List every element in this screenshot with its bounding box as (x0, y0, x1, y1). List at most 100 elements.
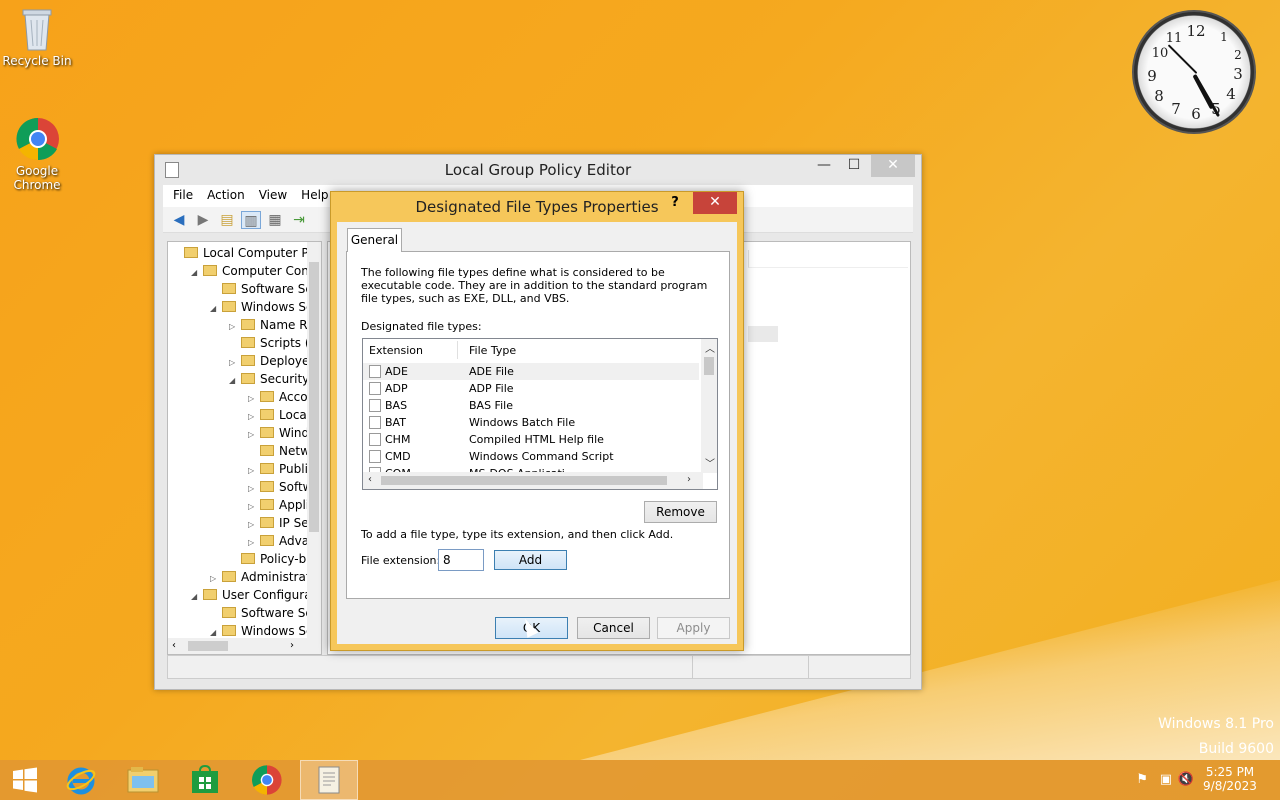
tree-item[interactable]: ◢ Windows Sett (210, 298, 321, 318)
cancel-button[interactable]: Cancel (577, 617, 650, 639)
folder-icon (222, 571, 236, 582)
volume-muted-icon[interactable]: 🔇 (1178, 772, 1194, 787)
file-type-icon (369, 450, 381, 463)
tree-expander-icon[interactable]: ◢ (229, 372, 241, 390)
tree-item[interactable]: ◢ Computer Config (191, 262, 321, 282)
tree-item[interactable]: ▷ Accou (248, 388, 315, 406)
store-button[interactable] (176, 760, 234, 800)
folder-icon (241, 337, 255, 348)
forward-arrow-icon[interactable]: ▶ (193, 211, 213, 229)
export-list-icon[interactable]: ⇥ (289, 211, 309, 229)
file-type-cell: Windows Batch File (469, 416, 576, 429)
extension-cell: BAS (385, 399, 408, 412)
list-item[interactable]: BAT Windows Batch File (363, 414, 699, 431)
list-item[interactable]: BAS BAS File (363, 397, 699, 414)
list-item[interactable]: ADP ADP File (363, 380, 699, 397)
scroll-right-icon[interactable]: › (687, 474, 691, 485)
column-file-type[interactable]: File Type (469, 344, 516, 357)
tree-item[interactable]: Software Setti (210, 280, 321, 298)
internet-explorer-icon (66, 767, 96, 795)
tree-item[interactable]: ▷ Administrative (210, 568, 321, 586)
scroll-right-icon[interactable]: › (290, 638, 294, 654)
tree-item[interactable]: ▷ Public (248, 460, 315, 478)
menu-help[interactable]: Help (295, 185, 334, 207)
dialog-close-button[interactable]: ✕ (693, 192, 737, 214)
windows-version-watermark: Windows 8.1 Pro (1158, 716, 1274, 732)
list-item[interactable]: CHM Compiled HTML Help file (363, 431, 699, 448)
maximize-button[interactable]: ☐ (839, 155, 869, 177)
folder-icon (260, 427, 274, 438)
apply-button[interactable]: Apply (657, 617, 730, 639)
column-extension[interactable]: Extension (369, 344, 423, 357)
recycle-bin-shortcut[interactable]: Recycle Bin (0, 6, 74, 68)
tray-clock[interactable]: 5:25 PM 9/8/2023 (1202, 765, 1258, 793)
help-button[interactable]: ? (663, 192, 687, 214)
internet-explorer-button[interactable] (52, 760, 110, 800)
chrome-taskbar-button[interactable] (238, 760, 296, 800)
navigation-tree[interactable]: Local Computer Polic ◢ Computer Config Soft… (167, 241, 322, 655)
folder-icon (260, 445, 274, 456)
chrome-shortcut[interactable]: Google Chrome (0, 116, 74, 192)
clock-gadget[interactable]: 12 1 2 3 4 5 6 7 8 9 10 11 (1132, 10, 1256, 134)
back-arrow-icon[interactable]: ◀ (169, 211, 189, 229)
scroll-down-icon[interactable]: ﹀ (705, 455, 715, 470)
scroll-left-icon[interactable]: ‹ (172, 638, 176, 654)
tree-horizontal-scrollbar[interactable]: ‹ › (168, 638, 321, 654)
tree-vertical-scrollbar[interactable] (307, 242, 321, 638)
tab-general[interactable]: General (347, 228, 402, 252)
close-button[interactable]: ✕ (871, 155, 915, 177)
tree-item[interactable]: Local Computer Polic (172, 244, 321, 262)
folder-icon (222, 283, 236, 294)
policy-editor-taskbar-button[interactable] (300, 760, 358, 800)
menu-action[interactable]: Action (201, 185, 251, 207)
show-hide-tree-icon[interactable]: ▥ (241, 210, 261, 229)
file-type-icon (369, 433, 381, 446)
folder-icon (260, 517, 274, 528)
column-header[interactable] (748, 250, 908, 268)
windows-logo-icon (13, 767, 37, 793)
list-horizontal-scrollbar[interactable]: ‹ › (363, 472, 703, 489)
add-hint-text: To add a file type, type its extension, … (361, 528, 674, 541)
file-types-list[interactable]: Extension File Type ADE ADE File ADP ADP Fi… (362, 338, 718, 490)
extension-cell: ADE (385, 365, 408, 378)
start-button[interactable] (0, 760, 50, 800)
selected-row-fragment (748, 326, 778, 342)
scrollbar-thumb[interactable] (309, 262, 319, 532)
network-icon[interactable]: ▣ (1160, 772, 1172, 787)
list-label: Designated file types: (361, 320, 482, 333)
action-center-flag-icon[interactable]: ⚑ (1136, 772, 1148, 787)
file-extension-input[interactable]: 8 (438, 549, 484, 571)
recycle-bin-label: Recycle Bin (2, 54, 72, 68)
add-button[interactable]: Add (494, 550, 567, 570)
list-vertical-scrollbar[interactable]: ︿ ﹀ (701, 339, 717, 473)
minimize-button[interactable]: — (809, 155, 839, 177)
clock-number: 6 (1191, 105, 1201, 123)
tree-item[interactable]: ▷ Deployed (229, 352, 317, 370)
scroll-left-icon[interactable]: ‹ (368, 474, 372, 485)
up-folder-icon[interactable]: ▤ (217, 211, 237, 229)
scrollbar-thumb[interactable] (188, 641, 228, 651)
folder-icon (241, 373, 255, 384)
title-bar[interactable]: Local Group Policy Editor — ☐ ✕ (155, 155, 921, 185)
list-item[interactable]: CMD Windows Command Script (363, 448, 699, 465)
list-item[interactable]: ADE ADE File (363, 363, 699, 380)
tree-expander-icon[interactable]: ◢ (210, 300, 222, 318)
scrollbar-thumb[interactable] (381, 476, 667, 485)
properties-icon[interactable]: ▦ (265, 211, 285, 229)
remove-button[interactable]: Remove (644, 501, 717, 523)
extension-cell: BAT (385, 416, 406, 429)
tree-item[interactable]: Software Setti (210, 604, 321, 622)
recycle-bin-icon (15, 6, 59, 52)
file-explorer-button[interactable] (114, 760, 172, 800)
clock-number: 12 (1186, 22, 1206, 40)
dialog-body: General The following file types define … (337, 222, 737, 644)
tree-expander-icon[interactable]: ◢ (191, 588, 203, 606)
scroll-up-icon[interactable]: ︿ (705, 340, 715, 355)
menu-file[interactable]: File (167, 185, 199, 207)
scrollbar-thumb[interactable] (704, 357, 714, 375)
tree-expander-icon[interactable]: ◢ (191, 264, 203, 282)
menu-view[interactable]: View (253, 185, 293, 207)
file-type-cell: ADE File (469, 365, 514, 378)
tree-item[interactable]: ▷ Applic (248, 496, 316, 514)
tree-item[interactable]: ◢ User Configuratio (191, 586, 321, 606)
